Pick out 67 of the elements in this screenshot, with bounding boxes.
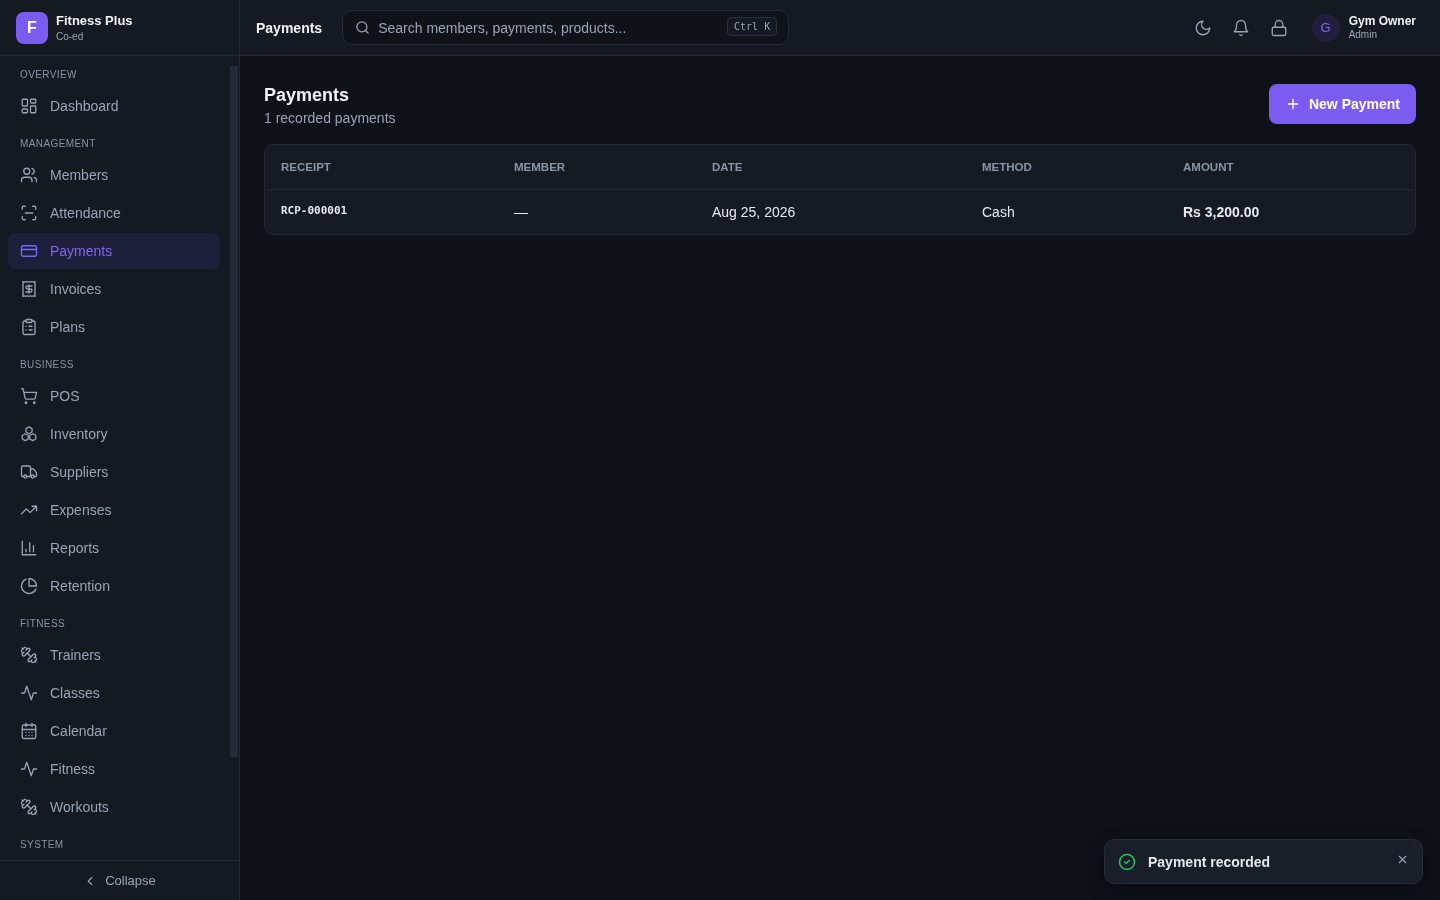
section-label: BUSINESS xyxy=(19,358,75,372)
sidebar-item[interactable]: Payments xyxy=(8,233,220,269)
user-avatar[interactable]: G xyxy=(1311,13,1340,42)
section-label: SYSTEM xyxy=(19,838,65,852)
moon-icon[interactable] xyxy=(1193,18,1212,37)
sidebar-item[interactable]: Classes xyxy=(8,675,220,711)
section-label: MANAGEMENT xyxy=(19,137,97,151)
sidebar-item[interactable]: Workouts xyxy=(8,789,220,825)
pie-chart-icon xyxy=(20,577,38,595)
truck-icon xyxy=(20,463,38,481)
sidebar-item[interactable]: Suppliers xyxy=(8,454,220,490)
brand-logo: F xyxy=(16,11,48,44)
sidebar-item[interactable]: Reports xyxy=(8,530,220,566)
boxes-icon xyxy=(20,425,38,443)
table-cell: Cash xyxy=(982,204,1015,220)
new-payment-button[interactable]: New Payment xyxy=(1268,84,1416,124)
bar-chart-icon xyxy=(20,539,38,557)
column-header[interactable]: METHOD xyxy=(982,161,1032,173)
keyboard-shortcut: Ctrl K xyxy=(727,17,778,36)
brand-name: Fitness Plus xyxy=(56,12,133,29)
sidebar-item[interactable]: Fitness xyxy=(8,751,220,787)
sidebar-item[interactable]: Retention xyxy=(8,568,220,604)
page-breadcrumb-title: Payments xyxy=(256,19,323,36)
sidebar-item[interactable]: Plans xyxy=(8,309,220,345)
user-role: Admin xyxy=(1348,29,1378,41)
page-title: Payments xyxy=(264,84,351,106)
table-cell: RCP-000001 xyxy=(281,204,348,217)
sidebar-item[interactable]: Dashboard xyxy=(8,88,220,124)
collapse-button[interactable]: Collapse xyxy=(77,869,162,892)
section-label: OVERVIEW xyxy=(19,68,78,82)
table-cell: Aug 25, 2026 xyxy=(712,204,796,220)
credit-card-icon xyxy=(20,242,38,260)
table-cell: — xyxy=(514,204,528,220)
cart-icon xyxy=(20,387,38,405)
sidebar-item[interactable]: POS xyxy=(8,378,220,414)
column-header[interactable]: AMOUNT xyxy=(1183,161,1234,173)
sidebar-item[interactable]: Members xyxy=(8,157,220,193)
sidebar-item[interactable]: Calendar xyxy=(8,713,220,749)
search-icon xyxy=(355,20,371,35)
dumbbell-icon xyxy=(20,798,38,816)
section-label: FITNESS xyxy=(19,617,67,631)
check-circle-icon xyxy=(1118,852,1136,871)
bell-icon[interactable] xyxy=(1231,18,1250,37)
user-name: Gym Owner xyxy=(1348,14,1416,29)
scan-icon xyxy=(20,204,38,222)
sidebar-item[interactable]: Expenses xyxy=(8,492,220,528)
calendar-icon xyxy=(20,722,38,740)
toast-message: Payment recorded xyxy=(1148,853,1272,870)
clipboard-icon xyxy=(20,318,38,336)
pulse-icon xyxy=(20,684,38,702)
column-header[interactable]: RECEIPT xyxy=(281,161,331,173)
column-header[interactable]: MEMBER xyxy=(514,161,566,173)
sidebar-item[interactable]: Trainers xyxy=(8,637,220,673)
table-cell: Rs 3,200.00 xyxy=(1183,204,1260,220)
sidebar-item[interactable]: Attendance xyxy=(8,195,220,231)
column-header[interactable]: DATE xyxy=(712,161,743,173)
dumbbell-icon xyxy=(20,646,38,664)
page-subtitle: 1 recorded payments xyxy=(264,109,396,128)
receipt-icon xyxy=(20,280,38,298)
sidebar-item[interactable]: Invoices xyxy=(8,271,220,307)
layout-grid-icon xyxy=(20,97,38,115)
brand-subtitle: Co-ed xyxy=(56,30,85,43)
pulse-icon xyxy=(20,760,38,778)
sidebar-item[interactable]: Inventory xyxy=(8,416,220,452)
lock-icon[interactable] xyxy=(1269,18,1288,37)
close-icon[interactable] xyxy=(1396,853,1409,866)
users-icon xyxy=(20,166,38,184)
